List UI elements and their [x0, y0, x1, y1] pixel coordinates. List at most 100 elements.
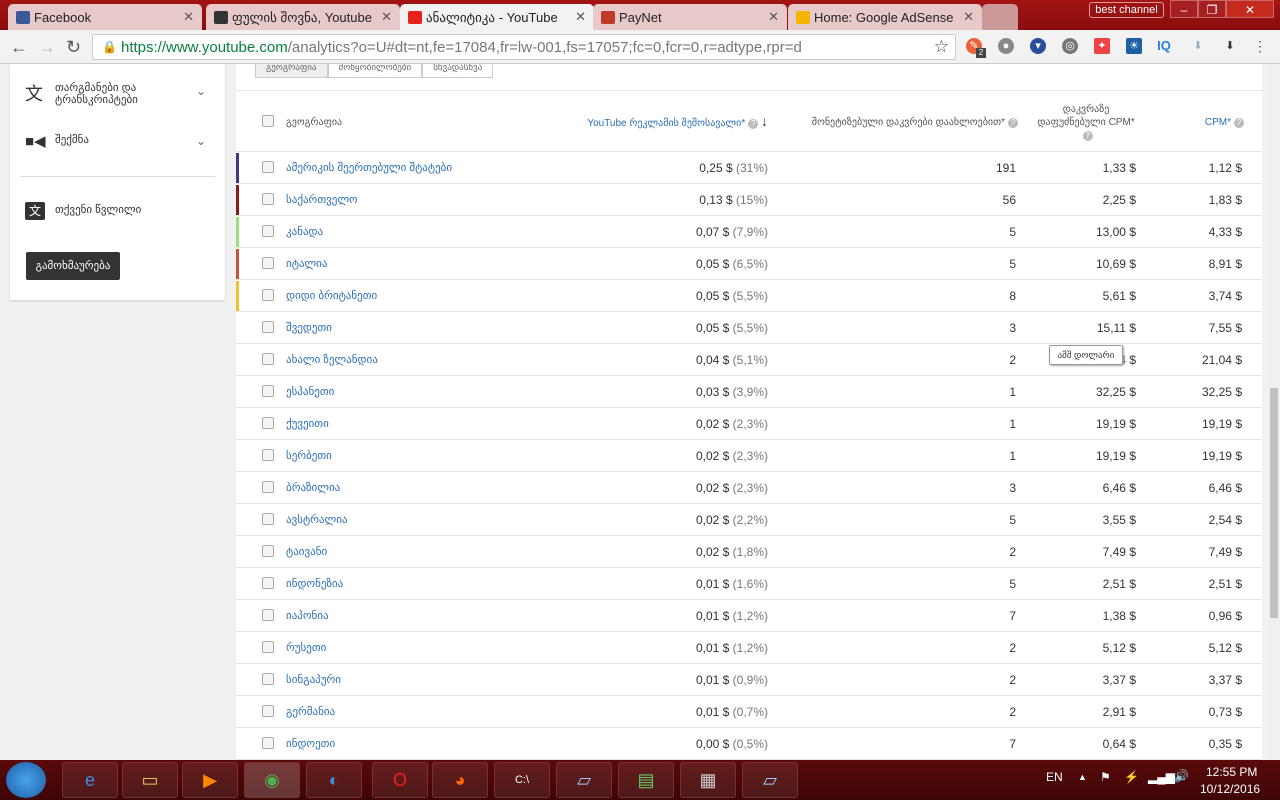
extension-download-icon[interactable]: ⬇ — [1190, 38, 1206, 54]
bookmark-star-icon[interactable]: ☆ — [934, 37, 949, 57]
country-link[interactable]: კანადა — [286, 225, 323, 238]
country-link[interactable]: შვედეთი — [286, 321, 332, 334]
country-link[interactable]: იაპონია — [286, 609, 329, 622]
row-checkbox[interactable] — [262, 417, 274, 429]
close-window-button[interactable]: ✕ — [1226, 0, 1274, 18]
header-geography[interactable]: გეოგრაფია — [286, 116, 342, 129]
row-checkbox[interactable] — [262, 481, 274, 493]
chevron-down-icon[interactable]: ⌄ — [196, 134, 206, 148]
taskbar-app-icon[interactable]: ◐ — [306, 762, 362, 798]
country-link[interactable]: სინგაპური — [286, 673, 341, 686]
country-link[interactable]: ინდონეზია — [286, 577, 343, 590]
close-tab-icon[interactable]: ✕ — [963, 9, 974, 25]
header-monetized-playbacks[interactable]: მონეტიზებული დაკვრები დაახლოებით*? — [776, 116, 1018, 129]
help-icon[interactable]: ? — [1008, 118, 1018, 128]
subtab-devices[interactable]: მოწყობილობები — [327, 64, 423, 78]
close-tab-icon[interactable]: ✕ — [381, 9, 392, 25]
chrome-menu-icon[interactable]: ⋮ — [1252, 38, 1268, 54]
close-tab-icon[interactable]: ✕ — [575, 9, 586, 25]
browser-tab[interactable]: PayNet ✕ — [593, 4, 787, 30]
browser-tab[interactable]: ანალიტიკა - YouTube ✕ — [400, 4, 594, 30]
taskbar-opera-icon[interactable]: O — [372, 762, 428, 798]
start-button[interactable] — [6, 762, 46, 798]
country-link[interactable]: დიდი ბრიტანეთი — [286, 289, 377, 302]
row-checkbox[interactable] — [262, 673, 274, 685]
power-icon[interactable]: ⚡ — [1124, 770, 1139, 784]
country-link[interactable]: ქუვეითი — [286, 417, 329, 430]
feedback-button[interactable]: გამოხმაურება — [26, 252, 120, 280]
taskbar-firefox-icon[interactable]: ◕ — [432, 762, 488, 798]
country-link[interactable]: საქართველო — [286, 193, 358, 206]
browser-tab[interactable]: Facebook ✕ — [8, 4, 202, 30]
row-checkbox[interactable] — [262, 289, 274, 301]
help-icon[interactable]: ? — [748, 119, 759, 129]
row-checkbox[interactable] — [262, 385, 274, 397]
browser-tab[interactable]: ფულის შოვნა, Youtube ✕ — [206, 4, 400, 30]
extension-weather-icon[interactable]: ☀ — [1126, 38, 1142, 54]
network-signal-icon[interactable]: ▂▄▆ — [1148, 770, 1175, 784]
profile-button[interactable]: best channel — [1089, 2, 1164, 18]
row-checkbox[interactable] — [262, 513, 274, 525]
country-link[interactable]: ამერიკის შეერთებული შტატები — [286, 161, 452, 174]
row-checkbox[interactable] — [262, 737, 274, 749]
extension-film-icon[interactable]: ◎ — [1062, 38, 1078, 54]
maximize-button[interactable]: ❐ — [1198, 0, 1226, 18]
row-checkbox[interactable] — [262, 641, 274, 653]
tray-expand-icon[interactable]: ▲ — [1078, 772, 1087, 782]
taskbar-media-player-icon[interactable]: ▶ — [182, 762, 238, 798]
volume-icon[interactable]: 🔊 — [1174, 769, 1189, 783]
row-checkbox[interactable] — [262, 321, 274, 333]
action-center-flag-icon[interactable]: ⚑ — [1100, 770, 1111, 784]
close-tab-icon[interactable]: ✕ — [183, 9, 194, 25]
row-checkbox[interactable] — [262, 705, 274, 717]
country-link[interactable]: ავსტრალია — [286, 513, 348, 526]
back-icon[interactable]: ← — [10, 37, 28, 58]
help-icon[interactable]: ? — [1082, 131, 1093, 141]
address-bar[interactable]: 🔒 https://www.youtube.com/analytics?o=U#… — [92, 34, 956, 60]
row-checkbox[interactable] — [262, 257, 274, 269]
header-cpm[interactable]: CPM*? — [1166, 116, 1244, 129]
extension-pin-icon[interactable]: ⬇ — [1222, 38, 1238, 54]
row-checkbox[interactable] — [262, 577, 274, 589]
minimize-button[interactable]: – — [1170, 0, 1198, 18]
select-all-checkbox[interactable] — [262, 115, 274, 127]
help-icon[interactable]: ? — [1234, 118, 1244, 128]
clock-time[interactable]: 12:55 PM — [1206, 765, 1257, 779]
country-link[interactable]: იტალია — [286, 257, 327, 270]
row-checkbox[interactable] — [262, 609, 274, 621]
country-link[interactable]: ესპანეთი — [286, 385, 334, 398]
country-link[interactable]: ბრაზილია — [286, 481, 340, 494]
page-scrollbar[interactable] — [1268, 64, 1280, 760]
taskbar-chrome-icon[interactable]: ◉ — [244, 762, 300, 798]
row-checkbox[interactable] — [262, 353, 274, 365]
taskbar-notepad-icon[interactable]: ▱ — [556, 762, 612, 798]
taskbar-ie-icon[interactable]: e — [62, 762, 118, 798]
header-revenue[interactable]: YouTube რეკლამის შემოსავალი*? ↓ — [536, 113, 768, 130]
language-indicator[interactable]: EN — [1046, 770, 1063, 784]
subtab-other[interactable]: სხვადასხვა — [422, 64, 494, 78]
row-checkbox[interactable] — [262, 545, 274, 557]
forward-icon[interactable]: → — [38, 37, 56, 58]
country-link[interactable]: გერმანია — [286, 705, 335, 718]
browser-tab[interactable]: Home: Google AdSense ✕ — [788, 4, 982, 30]
clock-date[interactable]: 10/12/2016 — [1200, 782, 1260, 796]
extension-iq-icon[interactable]: IQ — [1156, 38, 1172, 54]
row-checkbox[interactable] — [262, 449, 274, 461]
extension-dropdown-icon[interactable]: ▾ — [1030, 38, 1046, 54]
extension-molecule-icon[interactable]: ● — [998, 38, 1014, 54]
row-checkbox[interactable] — [262, 225, 274, 237]
taskbar-wordpad-icon[interactable]: ▱ — [742, 762, 798, 798]
reload-icon[interactable]: ↻ — [66, 37, 81, 58]
country-link[interactable]: ინდოეთი — [286, 737, 335, 750]
header-playback-cpm[interactable]: დაკვრაზე დაფუძნებული CPM*? — [1036, 103, 1136, 142]
sort-arrow-down-icon[interactable]: ↓ — [761, 113, 768, 129]
extension-pinwheel-icon[interactable]: ✦ — [1094, 38, 1110, 54]
chevron-down-icon[interactable]: ⌄ — [196, 84, 206, 98]
taskbar-task-manager-icon[interactable]: ▤ — [618, 762, 674, 798]
row-checkbox[interactable] — [262, 193, 274, 205]
country-link[interactable]: სერბეთი — [286, 449, 332, 462]
country-link[interactable]: რუსეთი — [286, 641, 326, 654]
taskbar-explorer-icon[interactable]: ▭ — [122, 762, 178, 798]
taskbar-cmd-icon[interactable]: C:\ — [494, 762, 550, 798]
row-checkbox[interactable] — [262, 161, 274, 173]
